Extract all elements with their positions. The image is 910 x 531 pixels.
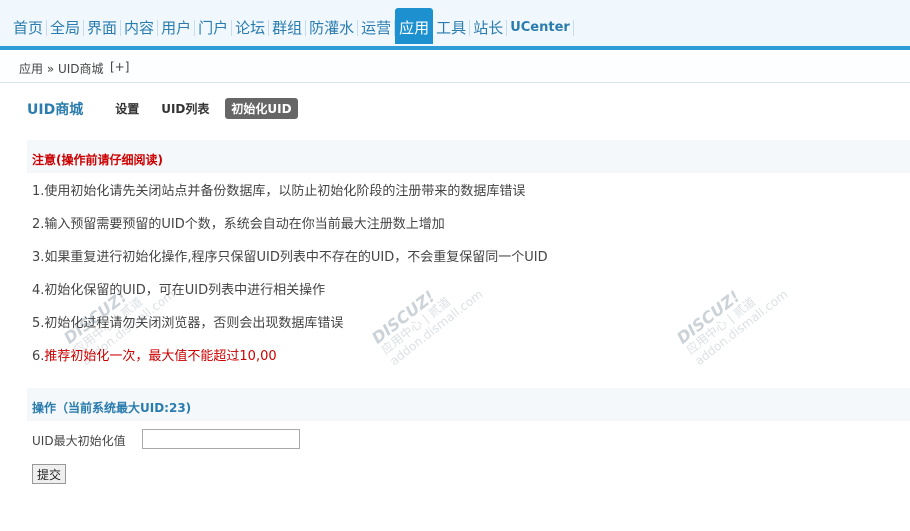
- tab-uid-list[interactable]: UID列表: [155, 98, 215, 119]
- notice-line: 5.初始化过程请勿关闭浏览器，否则会出现数据库错误: [32, 316, 344, 331]
- nav-item-users[interactable]: 用户: [158, 16, 194, 40]
- plugin-title: UID商城: [27, 101, 84, 118]
- breadcrumb: 应用 » UID商城 [+]: [0, 50, 910, 83]
- notice-header: 注意(操作前请仔细阅读): [27, 140, 910, 173]
- nav-item-forum[interactable]: 论坛: [232, 16, 268, 40]
- operation-title: 操作（当前系统最大UID:23): [32, 401, 192, 415]
- watermark: DISCUZ! 应用中心 | 贰道 addon.dismall.com: [673, 265, 790, 368]
- notice-line: 2.输入预留需要预留的UID个数，系统会自动在你当前最大注册数上增加: [32, 217, 445, 232]
- nav-item-groups[interactable]: 群组: [269, 16, 305, 40]
- breadcrumb-path: 应用 » UID商城: [19, 62, 104, 76]
- nav-item-apps[interactable]: 应用: [395, 8, 434, 44]
- max-uid-input[interactable]: [142, 429, 300, 449]
- nav-item-operations[interactable]: 运营: [358, 16, 394, 40]
- notice-line: 3.如果重复进行初始化操作,程序只保留UID列表中不存在的UID，不会重复保留同…: [32, 250, 548, 265]
- tab-init-uid[interactable]: 初始化UID: [225, 98, 298, 119]
- nav-item-tools[interactable]: 工具: [433, 16, 469, 40]
- nav-item-ucenter[interactable]: UCenter: [507, 16, 573, 40]
- nav-item-webmaster[interactable]: 站长: [470, 16, 506, 40]
- nav-item-home[interactable]: 首页: [10, 16, 46, 40]
- sub-nav: UID商城 设置 UID列表 初始化UID: [27, 98, 308, 119]
- notice-line: 4.初始化保留的UID，可在UID列表中进行相关操作: [32, 283, 326, 298]
- max-uid-label: UID最大初始化值: [32, 434, 126, 448]
- nav-item-interface[interactable]: 界面: [84, 16, 120, 40]
- top-nav: 首页 全局 界面 内容 用户 门户 论坛 群组 防灌水 运营 应用 工具 站长 …: [0, 0, 910, 50]
- notice-warning-number: 6.: [32, 349, 45, 364]
- notice-warning-line: 6.推荐初始化一次，最大值不能超过10,00: [32, 345, 277, 364]
- operation-header: 操作（当前系统最大UID:23): [27, 388, 910, 421]
- nav-item-global[interactable]: 全局: [47, 16, 83, 40]
- top-nav-items: 首页 全局 界面 内容 用户 门户 论坛 群组 防灌水 运营 应用 工具 站长 …: [10, 8, 574, 44]
- notice-line: 1.使用初始化请先关闭站点并备份数据库，以防止初始化阶段的注册带来的数据库错误: [32, 184, 526, 199]
- nav-divider: [572, 20, 574, 36]
- nav-item-portal[interactable]: 门户: [195, 16, 231, 40]
- watermark: DISCUZ! 应用中心 | 贰道 addon.dismall.com: [368, 265, 485, 368]
- add-shortcut-link[interactable]: [+]: [110, 60, 129, 74]
- notice-warning-text: 推荐初始化一次，最大值不能超过10,00: [44, 349, 277, 364]
- nav-item-antispam[interactable]: 防灌水: [306, 16, 357, 40]
- nav-item-content[interactable]: 内容: [121, 16, 157, 40]
- tab-settings[interactable]: 设置: [109, 98, 145, 119]
- notice-title: 注意(操作前请仔细阅读): [32, 153, 163, 167]
- submit-button[interactable]: 提交: [32, 464, 66, 484]
